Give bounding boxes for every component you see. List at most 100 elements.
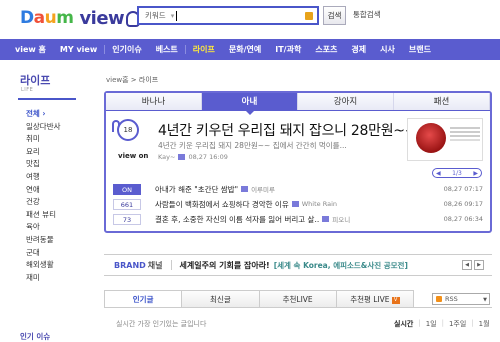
rss-label: RSS [445,295,458,303]
tab-keyword-3[interactable]: 패션 [394,93,490,110]
brand-divider [170,260,172,270]
list-item-title[interactable]: 결혼 후, 소중한 자신의 이름 석자를 잃어 버리고 살.. [155,214,319,225]
nav-item-2[interactable]: 인기이슈 [105,44,148,55]
featured-thumbnail[interactable] [407,118,483,161]
vote-count[interactable]: 661 [113,198,141,210]
sidebar-item[interactable]: 해외생활 [26,259,61,272]
list-description: 실시간 가장 인기있는 글입니다 [116,320,207,328]
sidebar-item[interactable]: 일상다반사 [26,121,61,134]
sidebar-item[interactable]: 군대 [26,247,61,260]
featured-pager: ◀ 1/3 ▶ [432,168,482,178]
list-item[interactable]: 661 사람들이 백화점에서 쇼핑하다 경악한 이유 White Rain 08,26… [113,198,483,210]
sidebar-item[interactable]: 연애 [26,184,61,197]
nav-item-1[interactable]: MY view [53,45,104,54]
list-item-date: 08,27 07:17 [443,185,483,193]
search-button[interactable]: 검색 [323,6,346,25]
list-item-title[interactable]: 사람들이 백화점에서 쇼핑하다 경악한 이유 [155,199,289,210]
blog-icon [241,186,249,192]
sidebar-item[interactable]: 재미 [26,272,61,285]
featured-date: 08,27 16:09 [188,153,228,161]
rss-select[interactable]: RSS ▼ [432,293,490,305]
pager-prev-icon[interactable]: ◀ [436,170,441,177]
period-divider: | [471,319,474,327]
nav-item-8[interactable]: 경제 [344,44,373,55]
period-divider: | [418,319,421,327]
period-option[interactable]: 1일 [426,319,437,329]
list-item-title[interactable]: 아내가 해준 "초간단 쌈밥" [155,184,238,195]
vote-count[interactable]: ON [113,183,141,195]
list-item-date: 08,26 09:17 [443,200,483,208]
sidebar-menu: 전체 › 일상다반사 취미 요리 맛집 여행 연애 건강 패션 뷰티 육아 반려동물 군대 해외생활 재미 [26,108,61,284]
text-cursor [176,10,178,21]
tab-keyword-2[interactable]: 강아지 [298,93,394,110]
pager-next-icon[interactable]: ▶ [473,170,478,177]
sidebar-title: 라이프 [20,74,51,87]
featured-description[interactable]: 4년간 키운 우리집 돼지 28만원~~ 집에서 간간히 먹이를... [158,140,347,151]
bottom-tab-2[interactable]: 추천LIVE [259,290,337,308]
breadcrumb-home[interactable]: view홈 [106,76,129,84]
vote-count-badge[interactable]: 18 [117,119,139,141]
brand-channel-bar: BRAND 채널 세계일주의 기회를 잡아라! [세계 속 Korea, 에피소… [104,254,492,276]
brand-arrows: ◀ ▶ [462,260,484,270]
period-option[interactable]: 1주일 [449,319,466,329]
list-item-author[interactable]: 피오니 [332,214,350,224]
bottom-tab-0[interactable]: 인기글 [104,290,183,308]
search-keyword-label: 키워드 [145,11,166,20]
sidebar-item[interactable]: 요리 [26,146,61,159]
brand-link[interactable]: [세계 속 Korea, 에피소드&사진 공모전] [274,260,408,271]
keyboard-icon[interactable] [305,12,313,20]
total-search-link[interactable]: 통합검색 [353,9,381,20]
sidebar-hot-issue-title: 인기 이슈 [20,332,51,341]
blog-icon [322,216,330,222]
period-option[interactable]: 1월 [479,319,490,329]
brand-channel-label: 채널 [147,260,163,270]
view-on-label[interactable]: view on [118,152,148,160]
list-item-author[interactable]: 이루미루 [251,184,275,194]
nav-item-0[interactable]: view 홈 [8,44,53,55]
breadcrumb: view홈 > 라이프 [106,75,158,85]
brand-headline[interactable]: 세계일주의 기회를 잡아라! [180,260,270,271]
nav-item-7[interactable]: 스포츠 [308,44,344,55]
list-item-author[interactable]: White Rain [302,200,337,208]
dropdown-icon[interactable]: ▾ [171,12,175,20]
breadcrumb-separator: > [130,76,137,84]
sidebar-item[interactable]: 패션 뷰티 [26,209,61,222]
sidebar-item[interactable]: 맛집 [26,158,61,171]
featured-title[interactable]: 4년간 키우던 우리집 돼지 잡으니 28만원~~ [158,120,416,140]
bottom-tab-3[interactable]: 추천평 LIVE V [336,290,414,308]
list-item-date: 08,27 06:34 [443,215,483,223]
chevron-down-icon: ▼ [483,297,487,303]
daum-view-logo[interactable]: Daum view [20,6,141,30]
blog-icon [291,201,299,207]
list-item[interactable]: ON 아내가 해준 "초간단 쌈밥" 이루미루 08,27 07:17 [113,183,483,195]
live-icon: V [391,296,400,304]
tab-keyword-0[interactable]: 바나나 [106,93,202,110]
bottom-tab-1[interactable]: 최신글 [182,290,260,308]
brand-label: BRAND [114,260,146,270]
sidebar-item[interactable]: 여행 [26,171,61,184]
sidebar-item[interactable]: 반려동물 [26,234,61,247]
keyword-tabs: 바나나 아내 강아지 패션 [106,93,490,115]
nav-item-6[interactable]: IT/과학 [268,44,308,55]
brand-next-button[interactable]: ▶ [474,260,484,270]
vote-count[interactable]: 73 [113,213,141,225]
period-option[interactable]: 실시간 [394,319,413,329]
tab-keyword-1[interactable]: 아내 [202,93,298,115]
search-input[interactable]: 키워드 ▾ [137,6,319,25]
sidebar-item[interactable]: 육아 [26,221,61,234]
period-filter: 실시간 | 1일 | 1주일 | 1월 [394,319,490,329]
sidebar-item[interactable]: 취미 [26,133,61,146]
sidebar-item[interactable]: 건강 [26,196,61,209]
sidebar-divider [18,98,76,100]
brand-prev-button[interactable]: ◀ [462,260,472,270]
nav-item-3[interactable]: 베스트 [149,44,185,55]
nav-item-9[interactable]: 시사 [373,44,402,55]
nav-item-10[interactable]: 브랜드 [402,44,438,55]
featured-panel [104,91,492,233]
list-item[interactable]: 73 결혼 후, 소중한 자신의 이름 석자를 잃어 버리고 살.. 피오니 08,2… [113,213,483,225]
featured-author[interactable]: Kay~ [158,153,175,161]
nav-item-5[interactable]: 문화/연예 [222,44,268,55]
featured-meta: Kay~ 08,27 16:09 [158,153,228,161]
nav-item-4[interactable]: 라이프 [186,44,222,55]
sidebar-item[interactable]: 전체 › [26,108,61,121]
